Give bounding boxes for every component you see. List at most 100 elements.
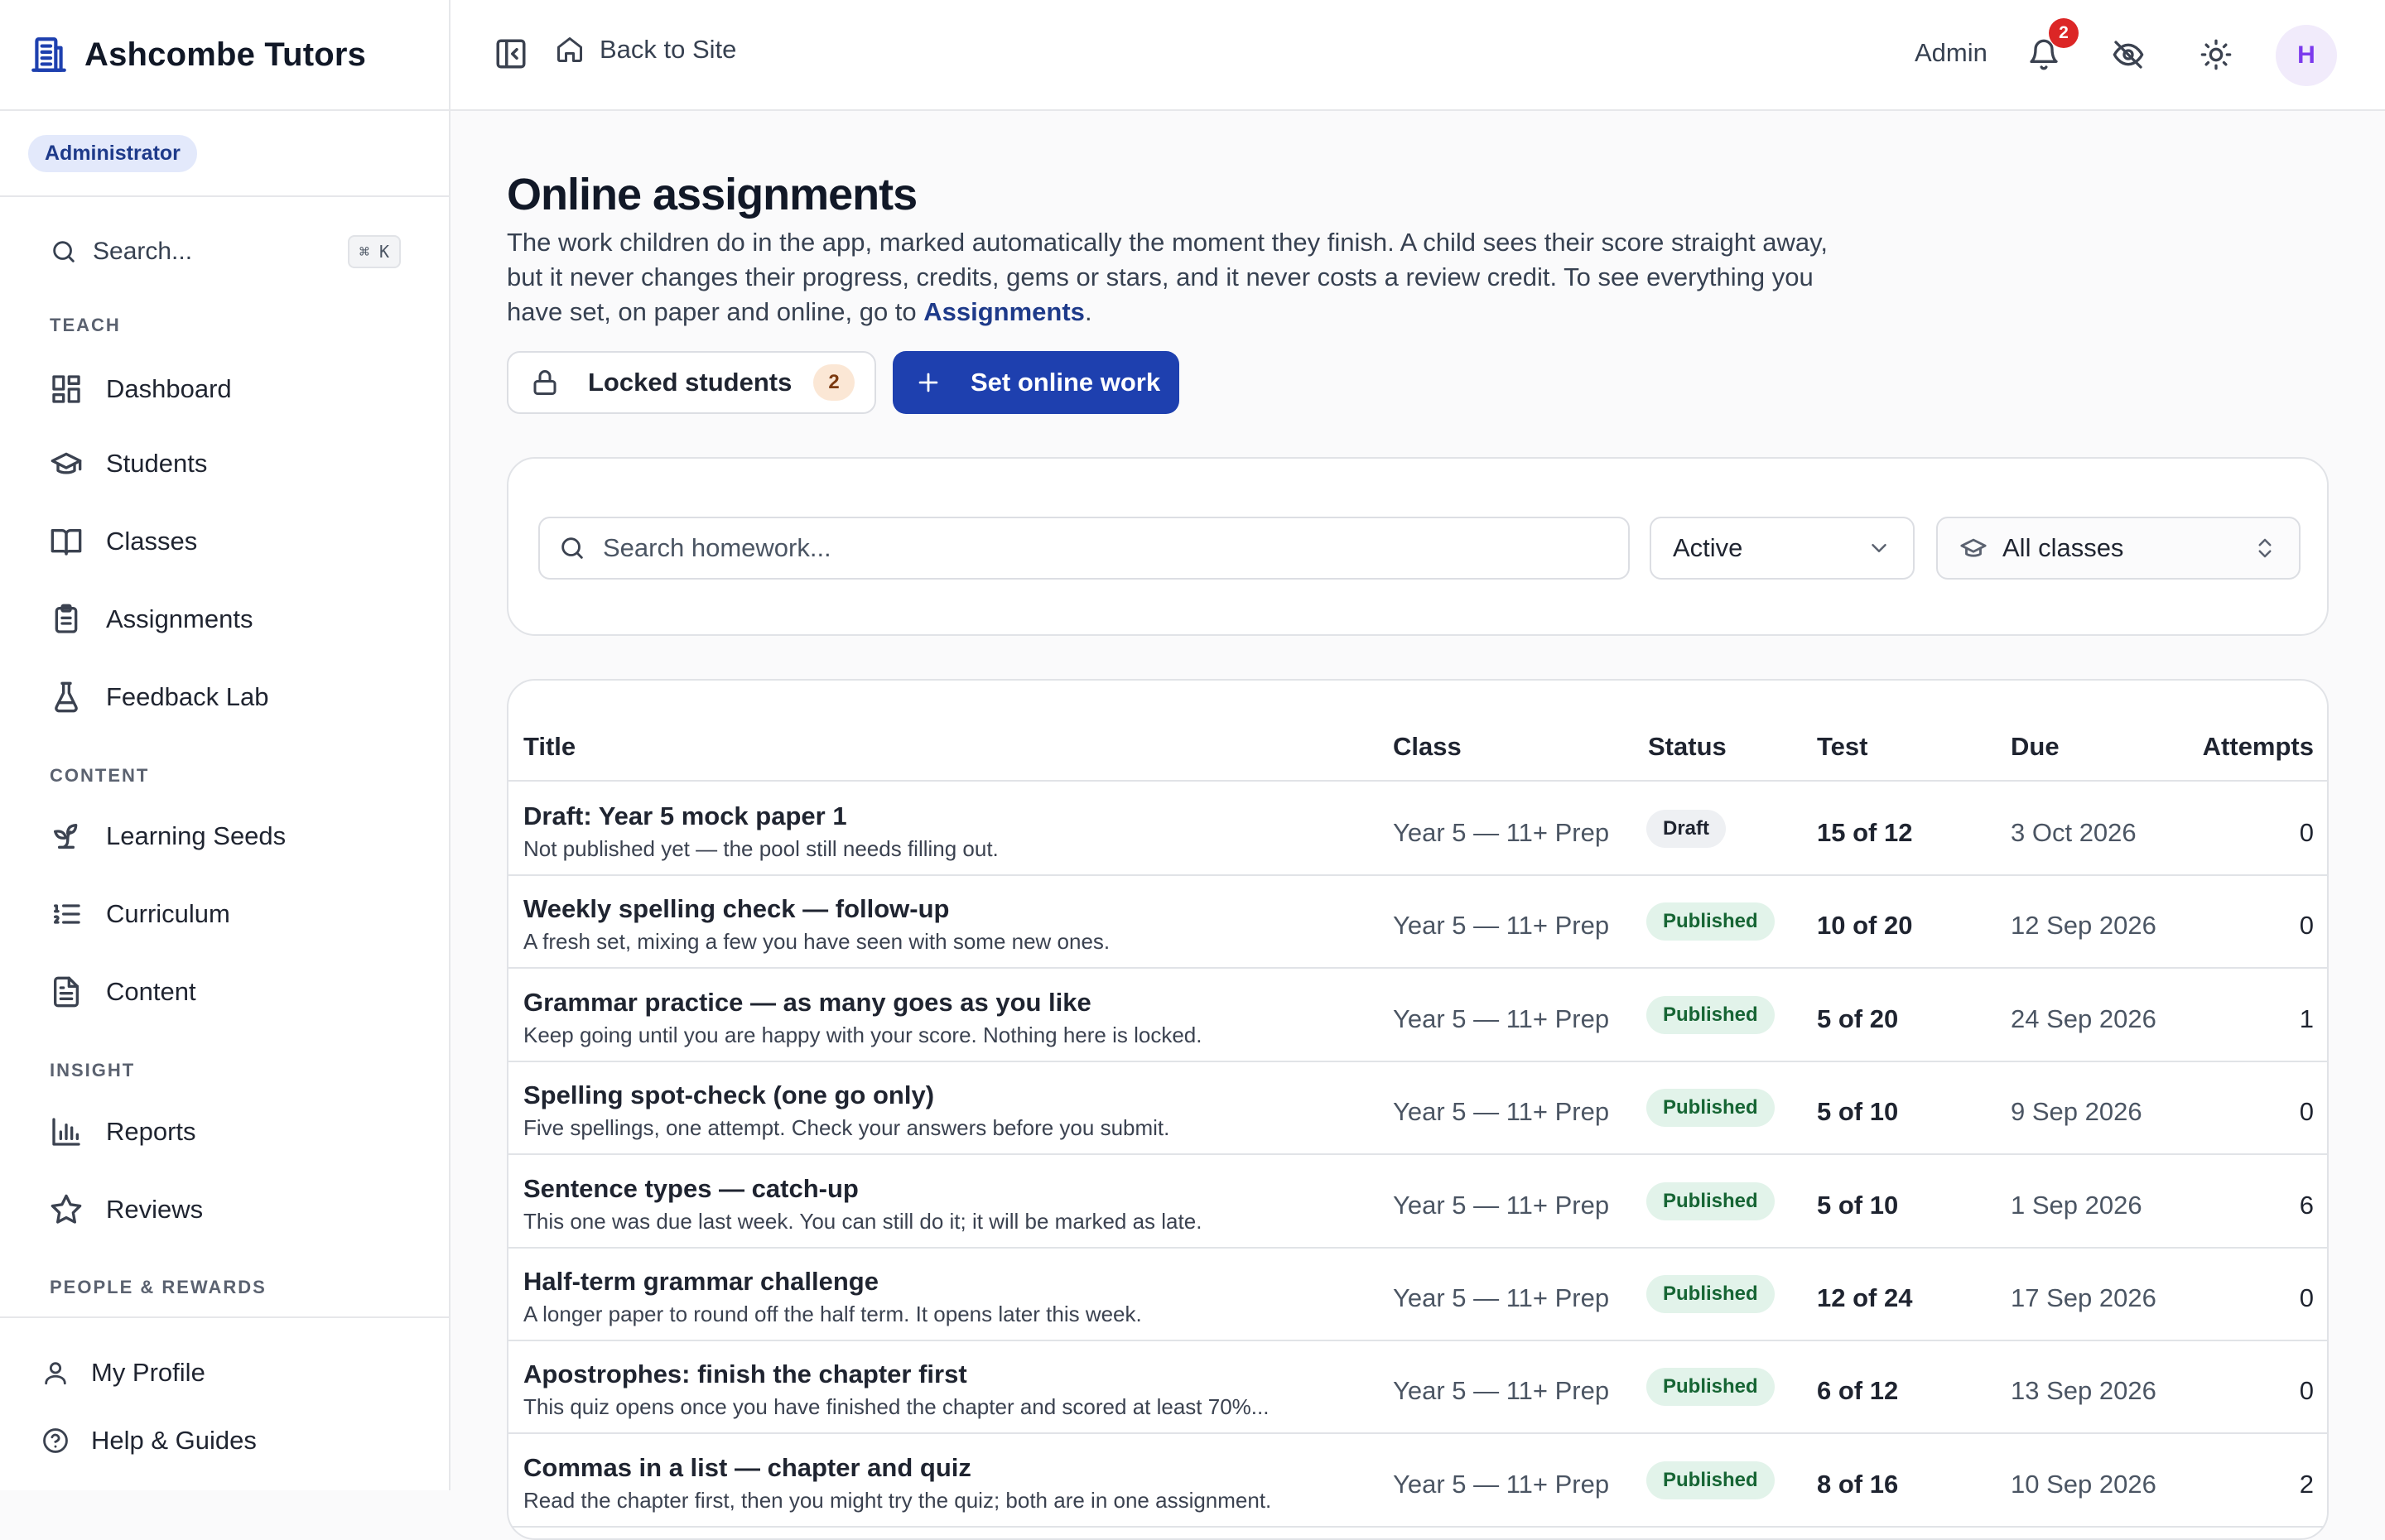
table-row[interactable]: Weekly spelling check — follow-up A fresh… bbox=[508, 874, 2327, 970]
row-due-date: 1 Sep 2026 bbox=[2011, 1190, 2142, 1220]
status-badge: Draft bbox=[1646, 810, 1727, 848]
row-title: Draft: Year 5 mock paper 1 bbox=[523, 801, 847, 830]
set-online-work-label: Set online work bbox=[971, 368, 1161, 397]
building-icon bbox=[28, 34, 70, 75]
sidebar-search-label: Search... bbox=[93, 238, 193, 265]
sidebar-item-label: My Profile bbox=[91, 1358, 205, 1387]
column-header-title[interactable]: Title bbox=[523, 732, 576, 762]
row-due-date: 24 Sep 2026 bbox=[2011, 1003, 2156, 1033]
sidebar-item-label: Learning Seeds bbox=[106, 821, 287, 850]
file-text-icon bbox=[50, 975, 83, 1008]
page-title: Online assignments bbox=[507, 170, 918, 219]
sidebar-item-curriculum[interactable]: Curriculum bbox=[50, 888, 414, 941]
sidebar-item-reports[interactable]: Reports bbox=[50, 1105, 414, 1158]
table-row[interactable]: Commas in a list — chapter and quiz Read … bbox=[508, 1433, 2327, 1528]
column-header-class[interactable]: Class bbox=[1393, 732, 1462, 762]
sidebar-item-label: Help & Guides bbox=[91, 1426, 257, 1455]
assignments-link[interactable]: Assignments bbox=[923, 297, 1085, 326]
eye-off-icon[interactable] bbox=[2112, 38, 2145, 71]
row-due-date: 9 Sep 2026 bbox=[2011, 1097, 2142, 1127]
page-description: The work children do in the app, marked … bbox=[507, 225, 1865, 330]
table-row[interactable]: Apostrophes: finish the chapter first Thi… bbox=[508, 1340, 2327, 1435]
row-test: 5 of 10 bbox=[1817, 1190, 1899, 1220]
class-select[interactable]: All classes bbox=[1936, 517, 2301, 580]
clipboard-icon bbox=[50, 603, 83, 636]
row-class: Year 5 — 11+ Prep bbox=[1393, 1283, 1610, 1312]
row-attempts: 6 bbox=[2299, 1190, 2314, 1220]
role-area: Administrator bbox=[0, 111, 449, 197]
graduation-cap-icon bbox=[1959, 534, 1988, 562]
class-select-value: All classes bbox=[2002, 533, 2124, 562]
status-select-value: Active bbox=[1673, 533, 1743, 562]
homework-search-input[interactable] bbox=[601, 532, 1628, 564]
column-header-due[interactable]: Due bbox=[2011, 732, 2060, 762]
row-attempts: 0 bbox=[2299, 1097, 2314, 1127]
row-test: 6 of 12 bbox=[1817, 1376, 1899, 1406]
sidebar-item-label: Content bbox=[106, 977, 196, 1006]
row-subtitle: Not published yet — the pool still needs… bbox=[523, 836, 999, 861]
role-badge: Administrator bbox=[28, 134, 197, 172]
home-icon bbox=[555, 35, 585, 65]
plus-icon bbox=[914, 368, 942, 397]
sidebar-item-content[interactable]: Content bbox=[50, 965, 414, 1018]
help-circle-icon bbox=[41, 1427, 70, 1455]
row-test: 8 of 16 bbox=[1817, 1469, 1899, 1499]
row-due-date: 12 Sep 2026 bbox=[2011, 911, 2156, 941]
book-open-icon bbox=[50, 525, 83, 558]
sidebar-item-reviews[interactable]: Reviews bbox=[50, 1183, 414, 1236]
status-badge: Published bbox=[1646, 1181, 1775, 1220]
row-test: 12 of 24 bbox=[1817, 1283, 1913, 1312]
search-icon bbox=[50, 238, 78, 266]
table-row[interactable]: Sentence types — catch-up This one was du… bbox=[508, 1154, 2327, 1249]
sun-icon[interactable] bbox=[2200, 38, 2233, 71]
table-row[interactable]: Spelling spot-check (one go only) Five sp… bbox=[508, 1061, 2327, 1156]
row-attempts: 2 bbox=[2299, 1469, 2314, 1499]
list-ordered-icon bbox=[50, 898, 83, 931]
status-select[interactable]: Active bbox=[1650, 517, 1915, 580]
table-row[interactable]: Grammar practice — as many goes as you l… bbox=[508, 968, 2327, 1062]
set-online-work-button[interactable]: Set online work bbox=[893, 351, 1179, 414]
row-title: Weekly spelling check — follow-up bbox=[523, 894, 950, 924]
column-header-status[interactable]: Status bbox=[1648, 732, 1727, 762]
user-icon bbox=[41, 1359, 70, 1387]
row-subtitle: A longer paper to round off the half ter… bbox=[523, 1302, 1142, 1326]
row-class: Year 5 — 11+ Prep bbox=[1393, 818, 1610, 847]
row-subtitle: Five spellings, one attempt. Check your … bbox=[523, 1115, 1170, 1141]
brand[interactable]: Ashcombe Tutors bbox=[0, 0, 449, 111]
row-title: Spelling spot-check (one go only) bbox=[523, 1080, 935, 1110]
sidebar-item-learning-seeds[interactable]: Learning Seeds bbox=[50, 810, 414, 863]
sidebar-item-feedback-lab[interactable]: Feedback Lab bbox=[50, 671, 414, 724]
avatar[interactable]: H bbox=[2276, 25, 2337, 86]
sidebar-item-help-guides[interactable]: Help & Guides bbox=[41, 1416, 257, 1465]
sidebar-item-assignments[interactable]: Assignments bbox=[50, 593, 414, 646]
sidebar-item-label: Assignments bbox=[106, 604, 253, 633]
row-class: Year 5 — 11+ Prep bbox=[1393, 911, 1610, 941]
sidebar-toggle-icon[interactable] bbox=[494, 36, 528, 71]
sidebar-search[interactable]: Search... ⌘ K bbox=[50, 229, 401, 275]
page-description-text: The work children do in the app, marked … bbox=[507, 228, 1828, 326]
flask-icon bbox=[50, 681, 83, 714]
status-badge: Published bbox=[1646, 995, 1775, 1034]
section-heading-people-rewards: PEOPLE & REWARDS bbox=[50, 1277, 267, 1297]
sidebar-item-students[interactable]: Students bbox=[50, 437, 414, 490]
table-row[interactable]: Half-term grammar challenge A longer pape… bbox=[508, 1247, 2327, 1341]
row-class: Year 5 — 11+ Prep bbox=[1393, 1469, 1610, 1499]
section-heading-teach: TEACH bbox=[50, 315, 121, 335]
row-attempts: 0 bbox=[2299, 911, 2314, 941]
column-header-test[interactable]: Test bbox=[1817, 732, 1867, 762]
star-icon bbox=[50, 1193, 83, 1226]
admin-label[interactable]: Admin bbox=[1915, 38, 1988, 68]
homework-search[interactable] bbox=[538, 517, 1630, 580]
sidebar-item-dashboard[interactable]: Dashboard bbox=[50, 363, 414, 416]
column-header-attempts[interactable]: Attempts bbox=[2203, 732, 2314, 762]
row-class: Year 5 — 11+ Prep bbox=[1393, 1376, 1610, 1406]
status-badge: Published bbox=[1646, 1368, 1775, 1407]
sidebar-item-classes[interactable]: Classes bbox=[50, 515, 414, 568]
back-to-site-button[interactable]: Back to Site bbox=[555, 35, 736, 65]
back-to-site-label: Back to Site bbox=[600, 35, 737, 64]
locked-students-button[interactable]: Locked students 2 bbox=[507, 351, 876, 414]
brand-name: Ashcombe Tutors bbox=[84, 36, 367, 73]
sidebar-item-my-profile[interactable]: My Profile bbox=[41, 1348, 205, 1398]
table-row[interactable]: Draft: Year 5 mock paper 1 Not published … bbox=[508, 782, 2327, 876]
sidebar-item-label: Students bbox=[106, 449, 208, 478]
